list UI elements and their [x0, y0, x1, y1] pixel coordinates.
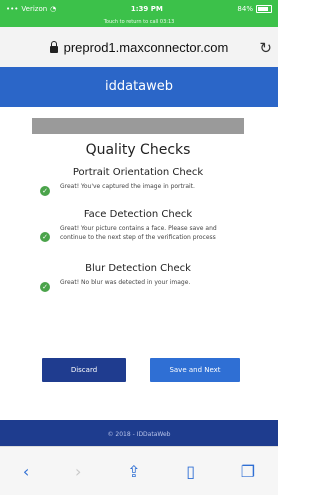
- status-right: 84%: [237, 5, 272, 13]
- check-message-face: Great! Your picture contains a face. Ple…: [60, 225, 217, 241]
- check-title-portrait: Portrait Orientation Check: [72, 167, 204, 178]
- checkmark-icon: ✓: [40, 232, 50, 242]
- check-message-portrait: Great! You've captured the image in port…: [60, 183, 195, 190]
- page-title: Quality Checks: [85, 142, 191, 158]
- battery-percent: 84%: [237, 5, 253, 13]
- tabs-icon[interactable]: ❐: [241, 462, 255, 481]
- share-icon[interactable]: ⇪: [127, 462, 140, 481]
- reload-icon[interactable]: ↻: [259, 39, 272, 57]
- battery-icon: [255, 5, 272, 13]
- quality-checks-card: Quality Checks Portrait Orientation Chec…: [32, 134, 244, 322]
- bookmarks-icon[interactable]: ▯: [186, 462, 195, 481]
- signal-icon: •••: [6, 5, 19, 13]
- check-title-face: Face Detection Check: [83, 209, 193, 220]
- card-top-band: [32, 118, 244, 134]
- wifi-icon: ◔: [50, 5, 57, 13]
- save-and-next-button[interactable]: Save and Next: [150, 358, 240, 382]
- forward-icon[interactable]: ›: [75, 462, 81, 481]
- url-text: preprod1.maxconnector.com: [63, 39, 229, 55]
- checkmark-icon: ✓: [40, 186, 50, 196]
- site-footer: © 2018 - IDDataWeb: [0, 420, 278, 446]
- checkmark-icon: ✓: [40, 282, 50, 292]
- site-header: iddataweb: [0, 67, 278, 107]
- address-bar[interactable]: preprod1.maxconnector.com ↻: [0, 27, 278, 68]
- check-message-blur: Great! No blur was detected in your imag…: [60, 279, 191, 286]
- back-icon[interactable]: ‹: [23, 462, 29, 481]
- clock: 1:39 PM: [130, 5, 163, 13]
- check-title-blur: Blur Detection Check: [85, 263, 191, 274]
- call-banner[interactable]: Touch to return to call 03:13: [0, 18, 278, 27]
- url-display[interactable]: preprod1.maxconnector.com: [49, 39, 229, 55]
- carrier-label: Verizon: [21, 5, 48, 13]
- lock-icon: [49, 40, 58, 53]
- browser-toolbar: ‹ › ⇪ ▯ ❐: [0, 446, 278, 495]
- status-left: ••• Verizon ◔: [6, 5, 56, 13]
- discard-button[interactable]: Discard: [42, 358, 126, 382]
- status-bar: ••• Verizon ◔ 1:39 PM 84%: [0, 0, 278, 18]
